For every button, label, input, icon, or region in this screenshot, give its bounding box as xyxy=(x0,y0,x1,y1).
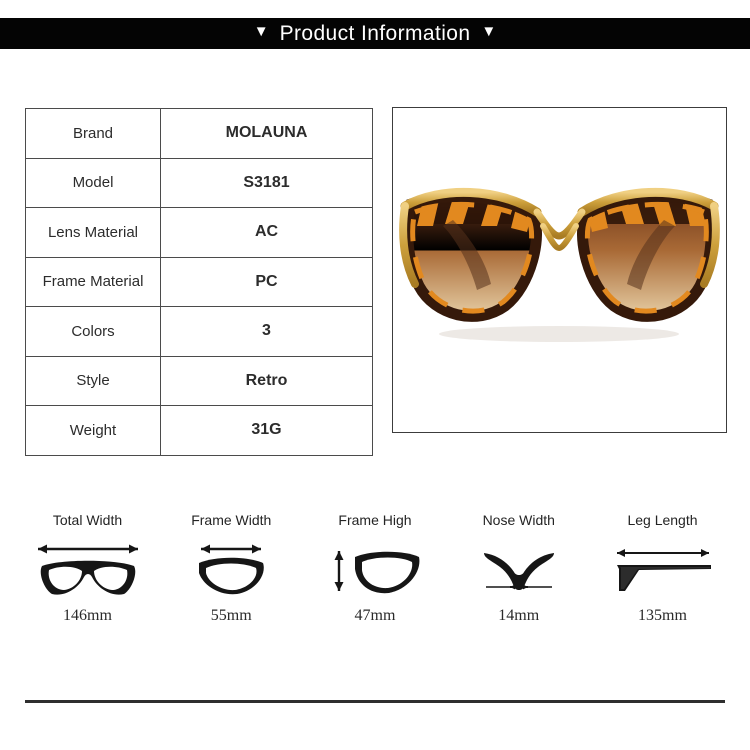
spec-value: S3181 xyxy=(160,157,373,208)
table-row: Colors 3 xyxy=(25,306,373,357)
measurement-value: 135mm xyxy=(638,607,687,624)
spec-key: Lens Material xyxy=(25,207,161,258)
sunglasses-image xyxy=(393,108,726,432)
measurement-frame-width: Frame Width 55mm xyxy=(160,512,303,625)
single-lens-width-icon xyxy=(185,538,277,600)
measurements-section: Total Width 146mm Frame Width 55mm Frame… xyxy=(16,512,734,625)
bottom-divider xyxy=(25,700,725,703)
table-row: Brand MOLAUNA xyxy=(25,108,373,159)
temple-arm-icon xyxy=(609,538,717,600)
spec-key: Brand xyxy=(25,108,161,159)
measurement-label: Frame High xyxy=(338,512,412,528)
table-row: Style Retro xyxy=(25,355,373,406)
measurement-value: 55mm xyxy=(210,607,252,624)
spec-value: PC xyxy=(160,256,373,307)
spec-value: Retro xyxy=(160,355,373,406)
table-row: Frame Material PC xyxy=(25,256,373,307)
spec-key: Frame Material xyxy=(25,256,161,307)
spec-key: Model xyxy=(25,157,161,208)
full-frame-icon xyxy=(32,538,144,600)
measurement-label: Frame Width xyxy=(191,512,272,528)
measurement-value: 146mm xyxy=(63,607,112,624)
spec-key: Style xyxy=(25,355,161,406)
measurement-nose-width: Nose Width 14mm xyxy=(447,512,590,625)
spec-value: MOLAUNA xyxy=(160,108,373,159)
spec-value: 3 xyxy=(160,306,373,357)
product-information-header: ▼ Product Information ▼ xyxy=(0,18,750,49)
measurement-value: 47mm xyxy=(354,607,396,624)
measurement-label: Nose Width xyxy=(482,512,555,528)
table-row: Weight 31G xyxy=(25,405,373,456)
measurement-frame-high: Frame High 47mm xyxy=(304,512,447,625)
spec-key: Colors xyxy=(25,306,161,357)
table-row: Lens Material AC xyxy=(25,207,373,258)
triangle-down-left-icon: ▼ xyxy=(253,23,269,40)
measurement-leg-length: Leg Length 135mm xyxy=(591,512,734,625)
measurement-value: 14mm xyxy=(498,607,540,624)
spec-value: AC xyxy=(160,207,373,258)
measurement-label: Leg Length xyxy=(627,512,698,528)
table-row: Model S3181 xyxy=(25,157,373,208)
nose-bridge-icon xyxy=(476,538,562,600)
measurement-total-width: Total Width 146mm xyxy=(16,512,159,625)
spec-key: Weight xyxy=(25,405,161,456)
page-title: Product Information xyxy=(279,21,471,45)
single-lens-height-icon xyxy=(327,538,423,600)
product-photo-panel xyxy=(392,107,727,433)
specification-table: Brand MOLAUNA Model S3181 Lens Material … xyxy=(25,108,373,456)
spec-value: 31G xyxy=(160,405,373,456)
measurement-label: Total Width xyxy=(52,512,123,528)
triangle-down-right-icon: ▼ xyxy=(481,23,497,40)
